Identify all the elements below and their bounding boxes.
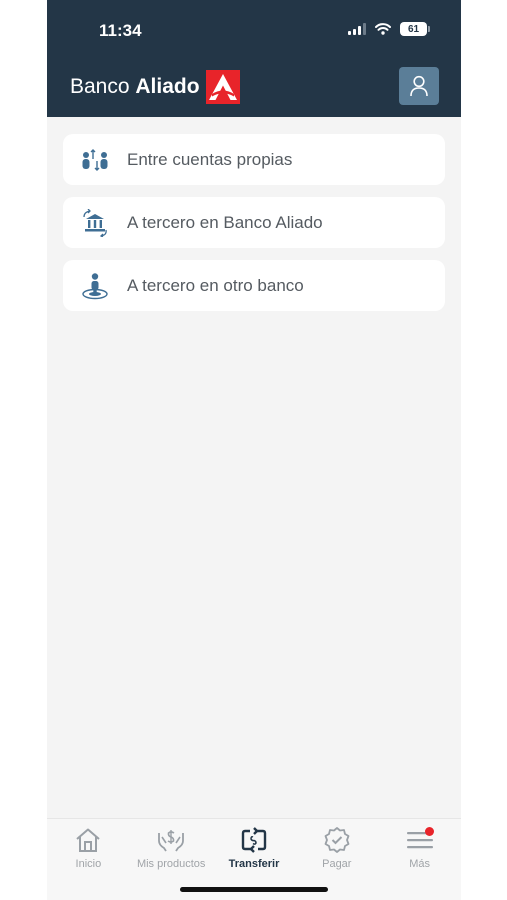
cellular-signal-icon (348, 23, 366, 35)
tab-label: Transferir (228, 858, 280, 870)
wifi-icon (375, 23, 391, 35)
page: 11:34 61 Banco Aliado Entre cuentas prop… (0, 0, 507, 900)
banco-aliado-logo-icon (205, 70, 240, 104)
tab-pagar[interactable]: Pagar (295, 819, 378, 875)
option-label: A tercero en otro banco (127, 275, 304, 295)
option-third-party-same-bank[interactable]: A tercero en Banco Aliado (63, 197, 445, 248)
battery-icon: 61 (400, 22, 430, 36)
status-icons: 61 (348, 22, 430, 36)
tab-label: Mis productos (136, 858, 206, 870)
bottom-tab-bar: Inicio Mis productos Transferir Pagar Má… (47, 818, 461, 900)
bank-transfer-icon (63, 208, 127, 237)
home-indicator[interactable] (180, 887, 328, 892)
tab-inicio[interactable]: Inicio (47, 819, 130, 875)
tab-label: Inicio (75, 858, 102, 870)
people-transfer-icon (63, 147, 127, 173)
option-label: A tercero en Banco Aliado (127, 212, 323, 232)
tab-mis-productos[interactable]: Mis productos (130, 819, 213, 875)
tab-label: Más (409, 858, 430, 870)
transfer-icon (239, 826, 269, 854)
brand-name-regular: Banco (70, 75, 136, 98)
option-label: Entre cuentas propias (127, 149, 293, 169)
hands-money-icon (156, 826, 186, 854)
option-third-party-other-bank[interactable]: A tercero en otro banco (63, 260, 445, 311)
notification-dot (424, 827, 434, 836)
profile-button[interactable] (399, 67, 439, 105)
tab-label: Pagar (322, 858, 352, 870)
transfer-options-list: Entre cuentas propias A tercero en Banco… (63, 134, 445, 323)
tab-transferir[interactable]: Transferir (213, 819, 296, 875)
status-time: 11:34 (99, 21, 142, 40)
person-location-icon (63, 272, 127, 300)
option-own-accounts[interactable]: Entre cuentas propias (63, 134, 445, 185)
brand-logo: Banco Aliado (70, 70, 240, 104)
tab-mas[interactable]: Más (378, 819, 461, 875)
home-icon (73, 826, 103, 854)
battery-level: 61 (407, 23, 420, 35)
badge-check-icon (322, 826, 352, 854)
app-screen: 11:34 61 Banco Aliado Entre cuentas prop… (47, 0, 461, 900)
app-header: 11:34 61 Banco Aliado (47, 0, 461, 117)
hamburger-menu-icon (405, 826, 435, 854)
brand-name: Banco Aliado (70, 75, 200, 99)
user-icon (410, 75, 428, 97)
brand-name-bold: Aliado (135, 75, 200, 98)
